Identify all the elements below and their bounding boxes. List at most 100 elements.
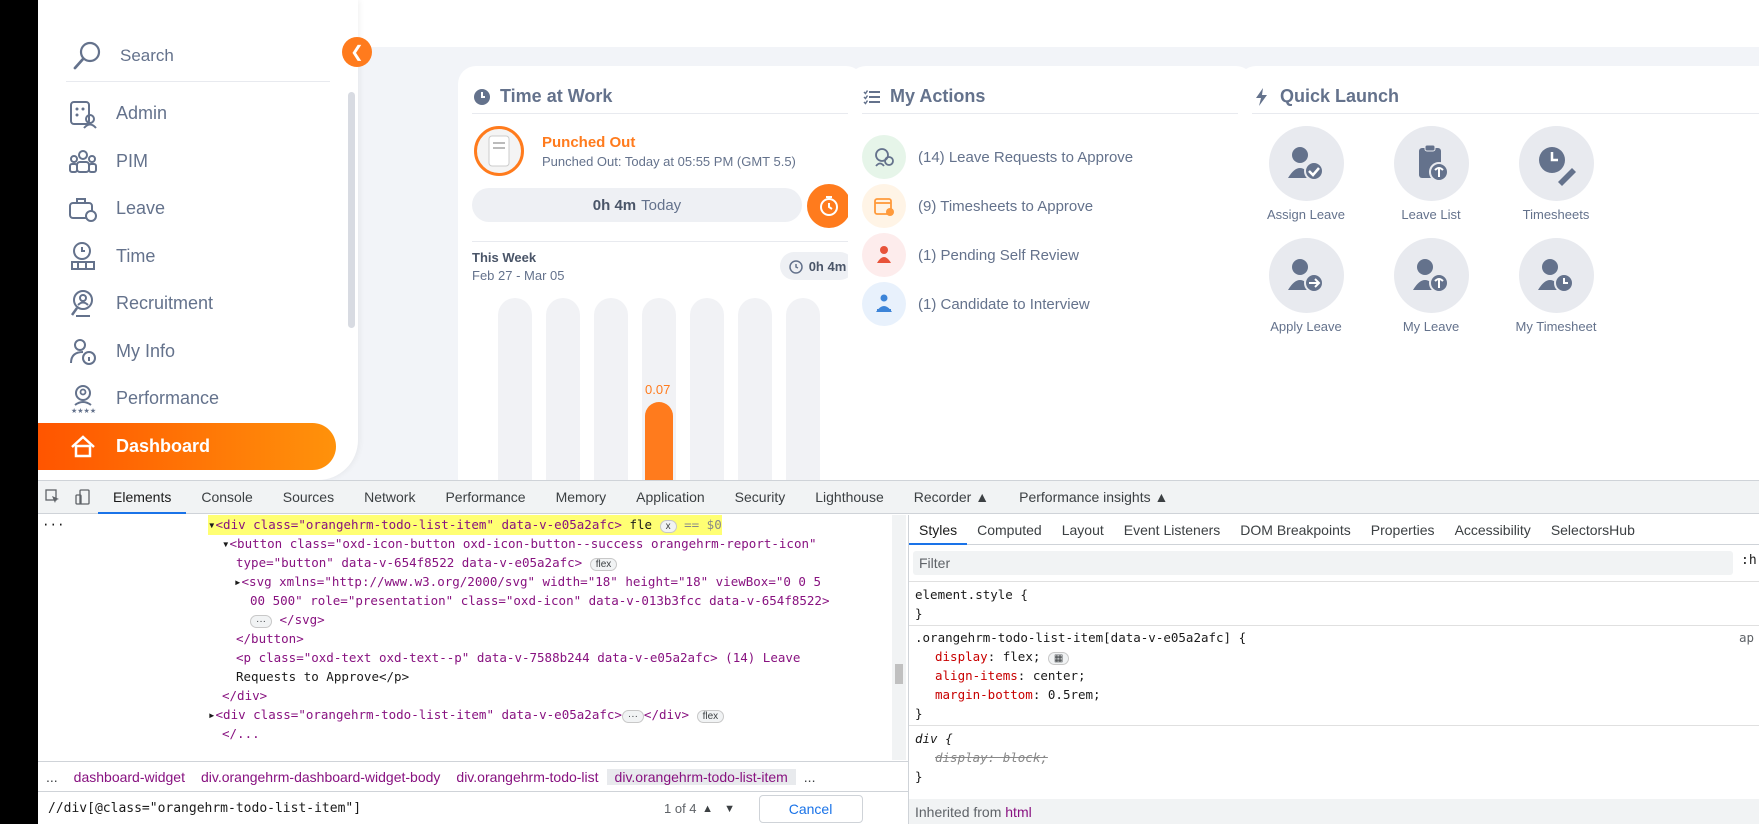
dom-node[interactable]: </button> bbox=[236, 631, 304, 646]
action-item[interactable]: (1) Pending Self Review bbox=[862, 231, 1079, 279]
tab-application[interactable]: Application bbox=[621, 481, 720, 514]
find-next-button[interactable]: ▼ bbox=[719, 797, 741, 821]
sidebar-item-admin[interactable]: Admin bbox=[38, 90, 358, 138]
tab-computed[interactable]: Computed bbox=[967, 515, 1052, 545]
tab-security[interactable]: Security bbox=[720, 481, 801, 514]
tab-dom-breakpoints[interactable]: DOM Breakpoints bbox=[1230, 515, 1360, 545]
rule-selector[interactable]: .orangehrm-todo-list-item[data-v-e05a2af… bbox=[915, 630, 1246, 645]
quick-launch-leave-list[interactable]: Leave List bbox=[1371, 126, 1491, 222]
rule-source-link[interactable]: ap bbox=[1739, 630, 1754, 645]
my-leave-icon[interactable] bbox=[1393, 238, 1469, 313]
rule-selector[interactable]: div { bbox=[915, 731, 953, 746]
flex-badge[interactable]: flex bbox=[589, 558, 618, 571]
sidebar-search[interactable]: Search bbox=[66, 30, 330, 82]
css-property[interactable]: align-items: center; bbox=[935, 668, 1086, 683]
tab-styles[interactable]: Styles bbox=[909, 515, 968, 545]
css-property-overridden[interactable]: display: block; bbox=[935, 750, 1048, 765]
pim-icon bbox=[66, 144, 100, 178]
css-property[interactable]: display: flex; ▦ bbox=[935, 649, 1070, 665]
apply-leave-icon[interactable] bbox=[1268, 238, 1344, 313]
ellipsis-badge[interactable]: ··· bbox=[621, 710, 644, 723]
leave-list-icon[interactable] bbox=[1393, 126, 1469, 201]
self-review-icon[interactable] bbox=[862, 233, 906, 277]
quick-launch-apply-leave[interactable]: Apply Leave bbox=[1246, 238, 1366, 334]
my-timesheet-icon[interactable] bbox=[1518, 238, 1594, 313]
flex-editor-icon[interactable]: ▦ bbox=[1047, 652, 1070, 665]
dom-node[interactable]: type="button" data-v-654f8522 data-v-e05… bbox=[236, 555, 618, 571]
action-item[interactable]: (1) Candidate to Interview bbox=[862, 280, 1090, 328]
ellipsis-badge[interactable]: ··· bbox=[250, 615, 272, 628]
dom-node[interactable]: <p class="oxd-text oxd-text--p" data-v-7… bbox=[236, 650, 800, 665]
quick-launch-my-timesheet[interactable]: My Timesheet bbox=[1496, 238, 1616, 334]
sidebar-item-pim[interactable]: PIM bbox=[38, 138, 358, 186]
sidebar-item-leave[interactable]: Leave bbox=[38, 185, 358, 233]
widget-header: Time at Work bbox=[472, 80, 850, 114]
candidate-icon[interactable] bbox=[862, 282, 906, 326]
time-icon bbox=[66, 239, 100, 273]
cancel-button[interactable]: Cancel bbox=[758, 794, 863, 823]
rule-close: } bbox=[915, 606, 923, 621]
flex-badge[interactable]: flex bbox=[696, 710, 725, 723]
tab-network[interactable]: Network bbox=[349, 481, 430, 514]
tab-memory[interactable]: Memory bbox=[541, 481, 622, 514]
sidebar-item-recruitment[interactable]: Recruitment bbox=[38, 280, 358, 328]
breadcrumb-more[interactable]: ... bbox=[796, 769, 824, 785]
hover-toggle[interactable]: :h bbox=[1741, 553, 1757, 568]
styles-filter-input[interactable]: Filter bbox=[913, 551, 1733, 575]
dom-node[interactable]: ▸<div class="orangehrm-todo-list-item" d… bbox=[208, 707, 725, 723]
action-item[interactable]: (9) Timesheets to Approve bbox=[862, 182, 1093, 230]
scroll-thumb[interactable] bbox=[895, 664, 903, 684]
admin-icon bbox=[66, 97, 100, 131]
tab-performance[interactable]: Performance bbox=[430, 481, 540, 514]
tab-properties[interactable]: Properties bbox=[1361, 515, 1445, 545]
find-prev-button[interactable]: ▲ bbox=[697, 797, 719, 821]
tab-console[interactable]: Console bbox=[186, 481, 267, 514]
element-style-rule[interactable]: element.style { bbox=[915, 587, 1028, 602]
timesheet-icon[interactable] bbox=[862, 184, 906, 228]
sidebar-item-dashboard[interactable]: Dashboard bbox=[38, 422, 336, 470]
timesheets-icon[interactable] bbox=[1518, 126, 1594, 201]
breadcrumb-item[interactable]: dashboard-widget bbox=[66, 769, 193, 785]
breadcrumb-item[interactable]: div.orangehrm-todo-list-item bbox=[606, 768, 796, 785]
tab-elements[interactable]: Elements bbox=[98, 481, 187, 514]
css-property[interactable]: margin-bottom: 0.5rem; bbox=[935, 687, 1101, 702]
dom-node[interactable]: ··· </svg> bbox=[250, 612, 325, 628]
punch-in-button[interactable] bbox=[807, 184, 851, 228]
selected-dom-node[interactable]: ▾<div class="orangehrm-todo-list-item" d… bbox=[208, 515, 722, 535]
quick-launch-timesheets[interactable]: Timesheets bbox=[1496, 126, 1616, 222]
dom-node[interactable]: </div> bbox=[222, 688, 267, 703]
sidebar-item-performance[interactable]: ★★★★ Performance bbox=[38, 375, 358, 423]
node-close-badge[interactable]: x bbox=[659, 520, 677, 533]
tab-accessibility[interactable]: Accessibility bbox=[1445, 515, 1541, 545]
inspect-element-icon[interactable] bbox=[38, 481, 68, 514]
tab-lighthouse[interactable]: Lighthouse bbox=[800, 481, 899, 514]
action-item[interactable]: (14) Leave Requests to Approve bbox=[862, 133, 1133, 181]
dom-node[interactable]: ▾<button class="oxd-icon-button oxd-icon… bbox=[222, 536, 817, 551]
inherited-tag[interactable]: html bbox=[1005, 804, 1031, 820]
tab-selectorshub[interactable]: SelectorsHub bbox=[1541, 515, 1645, 545]
dom-node[interactable]: ▸<svg xmlns="http://www.w3.org/2000/svg"… bbox=[234, 574, 821, 589]
breadcrumb-more[interactable]: ... bbox=[38, 769, 66, 785]
dom-node[interactable]: </... bbox=[222, 726, 260, 741]
tab-recorder[interactable]: Recorder ▲ bbox=[899, 481, 1004, 514]
tab-performance-insights[interactable]: Performance insights ▲ bbox=[1004, 481, 1183, 514]
tab-sources[interactable]: Sources bbox=[268, 481, 349, 514]
assign-leave-icon[interactable] bbox=[1268, 126, 1344, 201]
sidebar-item-my-info[interactable]: My Info bbox=[38, 328, 358, 376]
tab-layout[interactable]: Layout bbox=[1052, 515, 1114, 545]
tab-event-listeners[interactable]: Event Listeners bbox=[1114, 515, 1231, 545]
sidebar-collapse-button[interactable]: ❮ bbox=[342, 37, 372, 67]
quick-launch-my-leave[interactable]: My Leave bbox=[1371, 238, 1491, 334]
leave-request-icon[interactable] bbox=[862, 135, 906, 179]
profile-picture bbox=[474, 126, 524, 176]
quick-launch-assign-leave[interactable]: Assign Leave bbox=[1246, 126, 1366, 222]
device-toolbar-icon[interactable] bbox=[68, 481, 98, 514]
recruitment-icon bbox=[66, 287, 100, 321]
breadcrumb-item[interactable]: div.orangehrm-todo-list bbox=[448, 769, 606, 785]
elements-scrollbar[interactable] bbox=[892, 515, 906, 760]
prop-name: align-items bbox=[935, 668, 1018, 683]
node-ellipsis[interactable]: ··· bbox=[42, 517, 65, 532]
find-input[interactable]: //div[@class="orangehrm-todo-list-item"] bbox=[42, 795, 662, 823]
breadcrumb-item[interactable]: div.orangehrm-dashboard-widget-body bbox=[193, 769, 448, 785]
sidebar-item-time[interactable]: Time bbox=[38, 233, 358, 281]
